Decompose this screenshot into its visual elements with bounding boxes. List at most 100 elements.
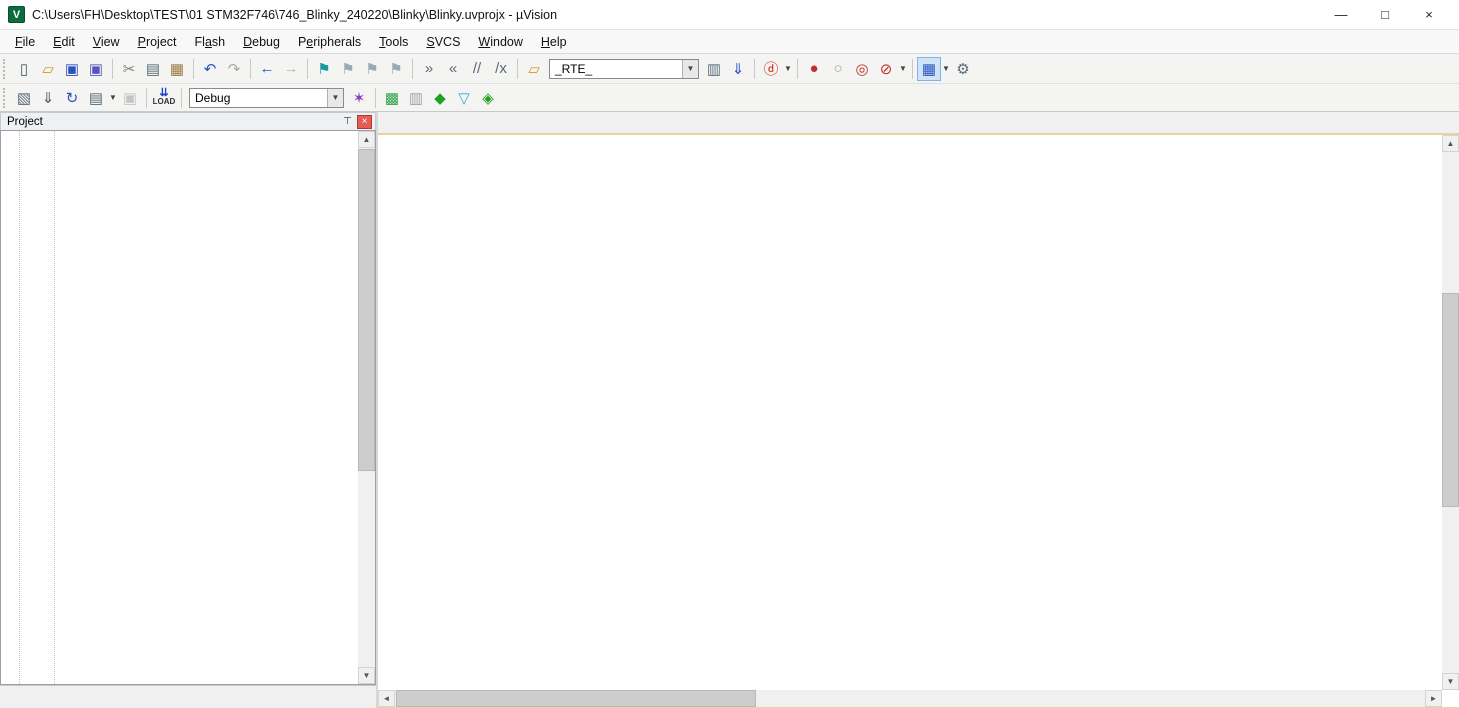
close-button[interactable]: ×	[1407, 1, 1451, 29]
pack-installer-button[interactable]: ◈	[476, 86, 500, 110]
scroll-down-button[interactable]: ▼	[1442, 673, 1459, 690]
toolbar-separator	[146, 88, 147, 108]
chevron-down-icon[interactable]: ▼	[899, 64, 908, 73]
toolbar-separator	[112, 59, 113, 79]
redo-button[interactable]: ↷	[222, 57, 246, 81]
navigate-back-icon: ←	[260, 60, 275, 77]
editor-hscrollbar-thumb[interactable]	[396, 690, 756, 707]
editor-vscrollbar[interactable]: ▲ ▼	[1442, 135, 1459, 690]
bookmark-next-button[interactable]: ⚑	[360, 57, 384, 81]
disable-breakpoints-button[interactable]: ⊘	[874, 57, 898, 81]
tree-scrollbar-thumb[interactable]	[358, 149, 375, 471]
search-text-combo[interactable]: _RTE_▼	[549, 59, 699, 79]
chevron-down-icon[interactable]: ▼	[327, 89, 343, 107]
maximize-button[interactable]: □	[1363, 1, 1407, 29]
toolbar-separator	[250, 59, 251, 79]
save-button[interactable]: ▣	[60, 57, 84, 81]
kill-breakpoints-button[interactable]: ◎	[850, 57, 874, 81]
menu-help[interactable]: Help	[532, 32, 576, 52]
menu-view[interactable]: View	[84, 32, 129, 52]
toolbar-grip[interactable]	[3, 88, 8, 108]
menu-window[interactable]: Window	[469, 32, 531, 52]
filter-components-button[interactable]: ▽	[452, 86, 476, 110]
minimize-button[interactable]: —	[1319, 1, 1363, 29]
batch-build-button[interactable]: ▤	[84, 86, 108, 110]
open-file-button[interactable]: ▱	[36, 57, 60, 81]
bookmark-clear-icon: ⚑	[389, 60, 402, 78]
manage-items-button[interactable]: ▥	[404, 86, 428, 110]
target-options-icon: ✶	[353, 89, 366, 107]
build-button[interactable]: ⇓	[36, 86, 60, 110]
code-view[interactable]	[378, 133, 1459, 690]
editor-hscrollbar[interactable]: ◄ ►	[378, 690, 1442, 707]
bookmark-clear-button[interactable]: ⚑	[384, 57, 408, 81]
enable-breakpoint-icon: ○	[833, 60, 842, 77]
chevron-down-icon[interactable]: ▼	[682, 60, 698, 78]
bookmark-prev-icon: ⚑	[341, 60, 354, 78]
target-options-button[interactable]: ✶	[347, 86, 371, 110]
translate-button[interactable]: ▧	[12, 86, 36, 110]
save-all-button[interactable]: ▣	[84, 57, 108, 81]
toolbar-separator	[754, 59, 755, 79]
find-button[interactable]: ⓓ	[759, 57, 783, 81]
download-button[interactable]: ⇊LOAD	[151, 86, 177, 110]
menu-svcs[interactable]: SVCS	[417, 32, 469, 52]
menu-file[interactable]: File	[6, 32, 44, 52]
rebuild-button[interactable]: ↻	[60, 86, 84, 110]
uncomment-button[interactable]: /x	[489, 57, 513, 81]
new-file-button[interactable]: ▯	[12, 57, 36, 81]
tree-guide-line	[19, 131, 20, 684]
scroll-left-button[interactable]: ◄	[378, 690, 395, 707]
stop-build-button[interactable]: ▣	[118, 86, 142, 110]
scroll-up-button[interactable]: ▲	[1442, 135, 1459, 152]
toolbar-grip[interactable]	[3, 59, 8, 79]
copy-button[interactable]: ▤	[141, 57, 165, 81]
stop-build-icon: ▣	[123, 89, 137, 107]
incremental-find-button[interactable]: ⇓	[726, 57, 750, 81]
pin-icon[interactable]: ⊤	[340, 115, 355, 129]
bookmark-prev-button[interactable]: ⚑	[336, 57, 360, 81]
editor-vscrollbar-thumb[interactable]	[1442, 293, 1459, 507]
panel-close-icon[interactable]: ×	[357, 115, 372, 129]
scroll-down-button[interactable]: ▼	[358, 667, 375, 684]
paste-button[interactable]: ▦	[165, 57, 189, 81]
search-text-combo-value: _RTE_	[550, 62, 682, 76]
chevron-down-icon[interactable]: ▼	[784, 64, 793, 73]
outdent-button[interactable]: «	[441, 57, 465, 81]
find-in-files-button[interactable]: ▥	[702, 57, 726, 81]
window-layout-button[interactable]: ▦	[917, 57, 941, 81]
chevron-down-icon[interactable]: ▼	[942, 64, 951, 73]
menu-debug[interactable]: Debug	[234, 32, 289, 52]
disable-breakpoints-icon: ⊘	[880, 60, 893, 78]
insert-breakpoint-button[interactable]: ●	[802, 57, 826, 81]
target-select-combo[interactable]: Debug▼	[189, 88, 344, 108]
new-file-icon: ▯	[20, 60, 28, 78]
rte-folder-button[interactable]: ▱	[522, 57, 546, 81]
tree-guide-line	[54, 131, 55, 684]
menu-peripherals[interactable]: Peripherals	[289, 32, 370, 52]
cut-button[interactable]: ✂	[117, 57, 141, 81]
chevron-down-icon[interactable]: ▼	[109, 93, 118, 102]
configure-wrench-button[interactable]: ⚙	[951, 57, 975, 81]
indent-icon: »	[425, 60, 433, 77]
navigate-forward-button[interactable]: →	[279, 57, 303, 81]
menu-project[interactable]: Project	[129, 32, 186, 52]
enable-breakpoint-button[interactable]: ○	[826, 57, 850, 81]
uvision-app-icon: V	[8, 6, 25, 23]
navigate-back-button[interactable]: ←	[255, 57, 279, 81]
undo-button[interactable]: ↶	[198, 57, 222, 81]
menu-edit[interactable]: Edit	[44, 32, 84, 52]
comment-button[interactable]: //	[465, 57, 489, 81]
open-file-icon: ▱	[42, 60, 54, 78]
indent-button[interactable]: »	[417, 57, 441, 81]
bookmark-toggle-button[interactable]: ⚑	[312, 57, 336, 81]
scroll-right-button[interactable]: ►	[1425, 690, 1442, 707]
menu-flash[interactable]: Flash	[186, 32, 235, 52]
manage-rte-button[interactable]: ▩	[380, 86, 404, 110]
copy-icon: ▤	[146, 60, 160, 78]
comment-icon: //	[473, 60, 481, 77]
select-packs-button[interactable]: ◆	[428, 86, 452, 110]
menu-tools[interactable]: Tools	[370, 32, 417, 52]
tree-scrollbar[interactable]: ▲ ▼	[358, 131, 375, 684]
scroll-up-button[interactable]: ▲	[358, 131, 375, 148]
